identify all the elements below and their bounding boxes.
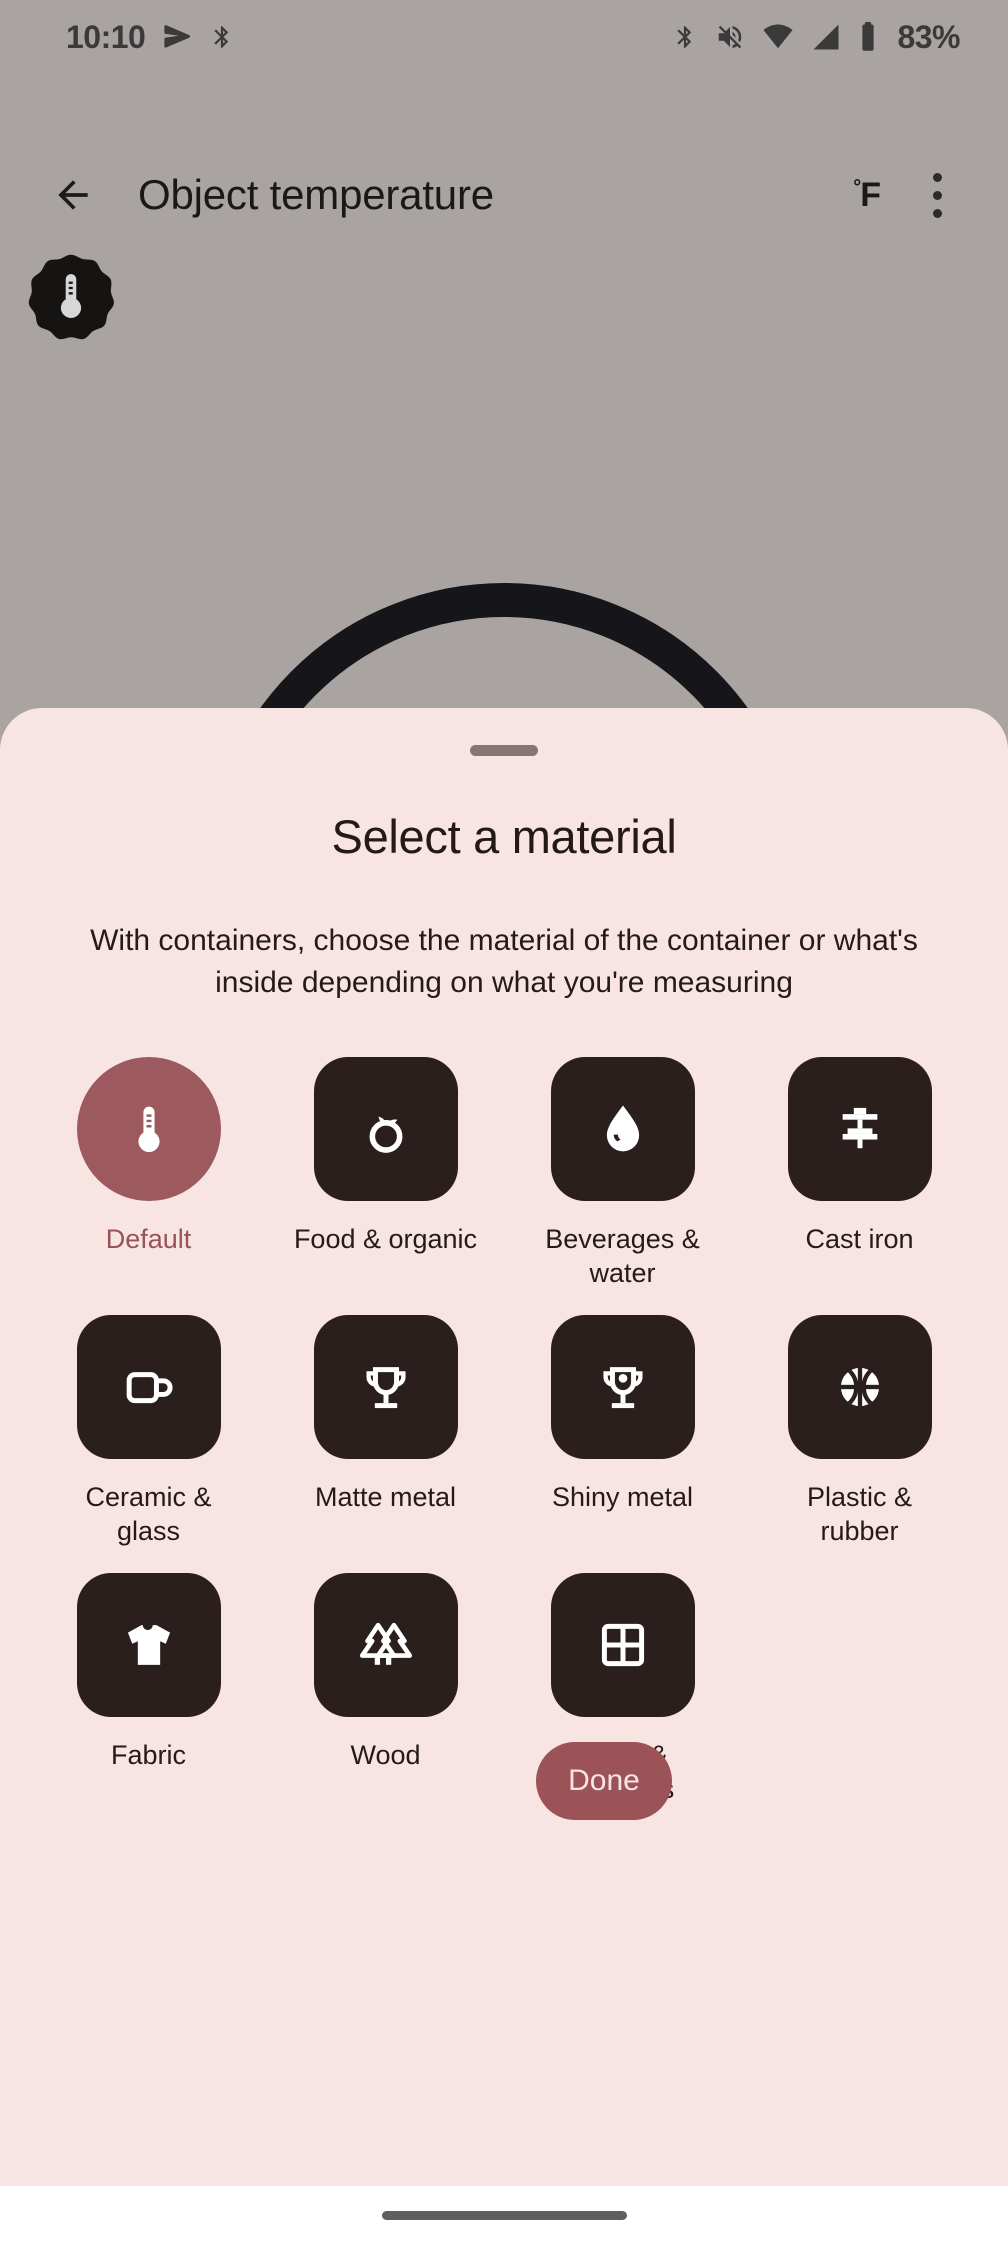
- tile-shape: [76, 1315, 221, 1459]
- trophy-icon: [365, 1367, 406, 1409]
- measurement-mode-badge[interactable]: [27, 253, 115, 341]
- home-gesture-pill[interactable]: [381, 2210, 627, 2220]
- trophy-shine-icon: [602, 1367, 643, 1409]
- water-drop-icon: [606, 1105, 639, 1152]
- window-grid-icon: [601, 1623, 644, 1667]
- skillet-icon: [842, 1107, 877, 1149]
- status-bar-right: 83%: [672, 19, 960, 56]
- menu-dot: [932, 172, 942, 182]
- tile-label: Wood: [350, 1740, 421, 1770]
- unit-letter: F: [860, 175, 881, 214]
- tile-shape: [550, 1573, 695, 1717]
- basketball-icon: [840, 1367, 879, 1407]
- tile-shape: [787, 1315, 932, 1459]
- material-tile-ceramic-glass[interactable]: Ceramic & glass: [30, 1315, 267, 1548]
- tile-label: Cast iron: [805, 1224, 914, 1254]
- tile-shape: [76, 1573, 221, 1717]
- phone-screen: 10:10 83% Object temperature °F Select a…: [0, 0, 1008, 2244]
- material-tile-food-organic[interactable]: Food & organic: [267, 1057, 504, 1290]
- temperature-unit-toggle[interactable]: °F: [843, 162, 890, 229]
- more-vertical-icon[interactable]: [906, 158, 968, 232]
- tshirt-icon: [127, 1625, 170, 1665]
- material-grid: Default Food & organic Beverages & water…: [30, 1057, 978, 1806]
- tile-label: Matte metal: [314, 1482, 457, 1512]
- tile-label: Ceramic & glass: [85, 1482, 212, 1546]
- material-tile-fabric[interactable]: Fabric: [30, 1573, 267, 1806]
- tile-label: Beverages & water: [545, 1224, 700, 1288]
- tile-label: Fabric: [110, 1740, 186, 1770]
- battery-percent: 83%: [897, 18, 960, 55]
- material-tile-wood[interactable]: Wood: [267, 1573, 504, 1806]
- status-bar-left: 10:10: [66, 19, 235, 56]
- material-tile-default[interactable]: Default: [30, 1057, 267, 1290]
- tile-shape: [313, 1315, 458, 1459]
- tile-label: Shiny metal: [551, 1482, 694, 1512]
- system-navigation-bar: [0, 2186, 1008, 2244]
- material-tile-cast-iron[interactable]: Cast iron: [741, 1057, 978, 1290]
- tile-shape: [313, 1573, 458, 1717]
- page-title: Object temperature: [138, 171, 494, 218]
- status-time: 10:10: [66, 18, 146, 55]
- cellular-signal-icon: [813, 24, 839, 50]
- tile-label: Food & organic: [293, 1224, 478, 1254]
- navigation-send-icon: [164, 25, 191, 48]
- tile-shape: [550, 1057, 695, 1201]
- tile-label: Default: [105, 1224, 192, 1254]
- menu-dot: [932, 208, 942, 218]
- bluetooth-icon: [214, 26, 229, 48]
- material-tile-shiny-metal[interactable]: Shiny metal: [504, 1315, 741, 1548]
- ringer-vibrate-off-icon: [719, 25, 742, 49]
- status-bar: 10:10 83%: [0, 0, 1008, 74]
- material-tile-matte-metal[interactable]: Matte metal: [267, 1315, 504, 1548]
- app-bar: Object temperature °F: [0, 140, 1008, 250]
- bluetooth-icon: [677, 26, 692, 48]
- tile-shape: [313, 1057, 458, 1201]
- material-tile-plastic-rubber[interactable]: Plastic & rubber: [741, 1315, 978, 1548]
- mug-icon: [126, 1372, 173, 1404]
- back-button[interactable]: [36, 158, 110, 232]
- sheet-title: Select a material: [331, 810, 677, 863]
- sheet-subtitle: With containers, choose the material of …: [90, 924, 918, 999]
- menu-dot: [932, 190, 942, 200]
- material-bottom-sheet: Select a material With containers, choos…: [0, 708, 1008, 2186]
- scalloped-badge-shape: [28, 254, 114, 340]
- thermometer-icon: [137, 1106, 160, 1153]
- tile-shape: [787, 1057, 932, 1201]
- back-arrow-icon: [58, 180, 88, 210]
- wifi-icon: [763, 24, 794, 49]
- apple-outline-icon: [369, 1116, 402, 1153]
- battery-icon: [862, 22, 875, 51]
- tile-shape: [550, 1315, 695, 1459]
- done-button[interactable]: Done: [536, 1742, 672, 1820]
- tile-label: Plastic & rubber: [806, 1482, 913, 1546]
- material-tile-beverages-water[interactable]: Beverages & water: [504, 1057, 741, 1290]
- pine-trees-icon: [359, 1622, 412, 1665]
- sheet-drag-handle[interactable]: [470, 745, 538, 756]
- tile-shape: [76, 1057, 221, 1201]
